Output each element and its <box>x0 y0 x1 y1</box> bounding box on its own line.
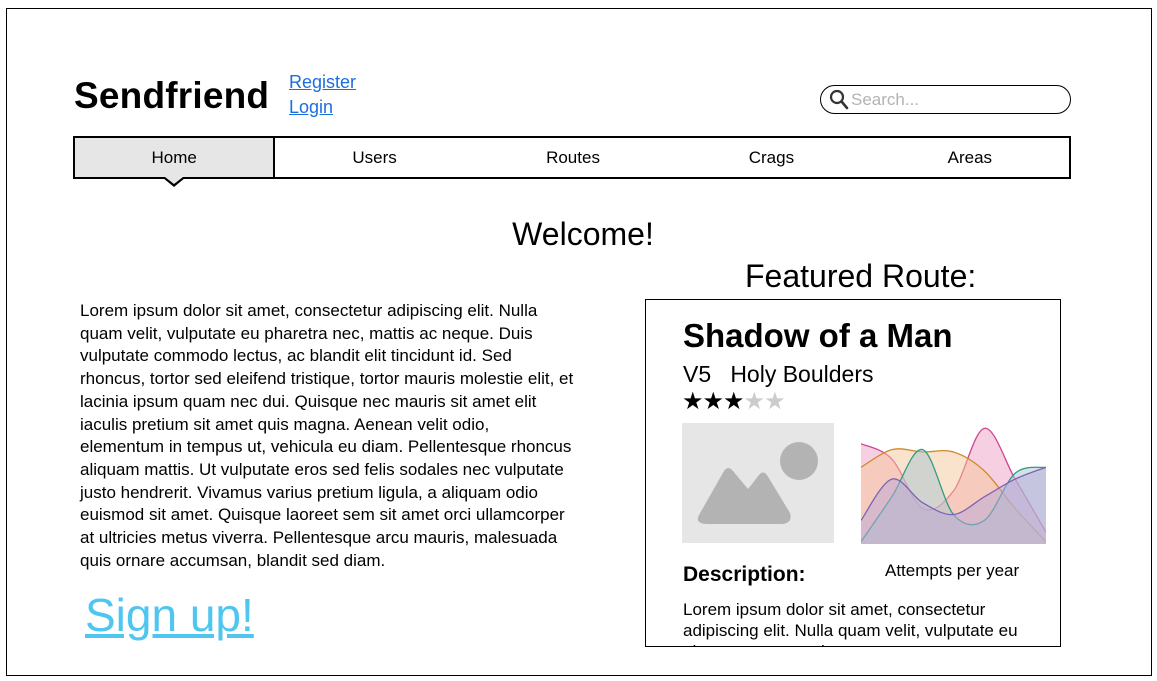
star-empty-icon: ★ <box>764 388 785 415</box>
featured-route-card[interactable]: Shadow of a Man V5 Holy Boulders ★★★★★ D… <box>645 299 1061 647</box>
site-logo[interactable]: Sendfriend <box>74 75 269 117</box>
tab-label: Home <box>151 147 197 167</box>
attempts-chart <box>861 427 1046 544</box>
login-link[interactable]: Login <box>289 95 356 120</box>
route-description: Lorem ipsum dolor sit amet, consectetur … <box>683 600 1018 646</box>
signup-link[interactable]: Sign up! <box>85 588 254 642</box>
tab-home[interactable]: Home <box>75 138 276 177</box>
route-name[interactable]: Shadow of a Man <box>683 317 953 355</box>
route-meta: V5 Holy Boulders <box>683 361 874 388</box>
intro-text: Lorem ipsum dolor sit amet, consectetur … <box>80 301 574 570</box>
star-empty-icon: ★ <box>743 388 765 415</box>
description-label: Description: <box>683 563 806 586</box>
tab-label: Crags <box>748 147 795 167</box>
auth-links: Register Login <box>289 70 356 120</box>
tab-routes[interactable]: Routes <box>474 138 672 177</box>
route-area[interactable]: Holy Boulders <box>730 361 873 387</box>
featured-route-heading: Featured Route: <box>745 258 977 294</box>
search-box[interactable] <box>820 85 1071 114</box>
tab-label: Users <box>352 147 397 167</box>
star-filled-icon: ★ <box>702 388 724 415</box>
star-rating: ★★★★★ <box>682 387 786 416</box>
tab-users[interactable]: Users <box>275 138 473 177</box>
route-image <box>682 423 834 543</box>
main-nav: Home Users Routes Crags Areas <box>73 136 1071 179</box>
tab-label: Areas <box>947 147 993 167</box>
star-filled-icon: ★ <box>723 388 744 415</box>
chart-caption: Attempts per year <box>885 561 1020 580</box>
tab-label: Routes <box>546 147 600 167</box>
search-icon <box>829 89 849 109</box>
register-link[interactable]: Register <box>289 70 356 95</box>
star-filled-icon: ★ <box>682 388 703 415</box>
tab-crags[interactable]: Crags <box>672 138 870 177</box>
route-grade: V5 <box>683 361 712 387</box>
image-placeholder-icon <box>697 442 818 524</box>
tab-areas[interactable]: Areas <box>871 138 1069 177</box>
search-input[interactable] <box>849 89 1051 110</box>
welcome-heading: Welcome! <box>512 216 654 252</box>
